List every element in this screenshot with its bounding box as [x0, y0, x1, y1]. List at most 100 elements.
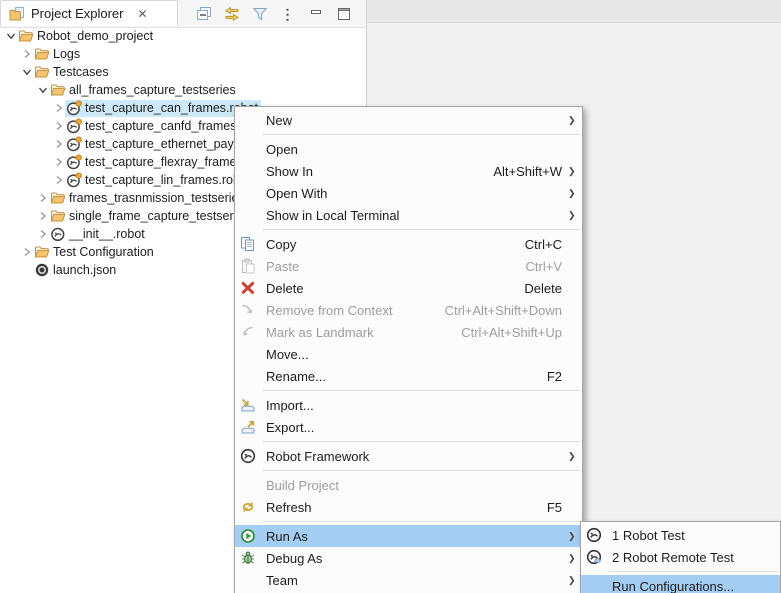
folder-icon [50, 190, 66, 206]
folder-icon [34, 244, 50, 260]
menu-item-debug-as[interactable]: Debug As ❯ [235, 547, 582, 569]
minimize-icon[interactable] [305, 4, 326, 25]
remove-from-context-icon [240, 302, 266, 318]
tree-item-label: frames_trasnmission_testseries [69, 191, 245, 205]
context-menu: New ❯ Open Show InAlt+Shift+W ❯ Open Wit… [234, 106, 583, 593]
menu-item-remove-from-context[interactable]: Remove from ContextCtrl+Alt+Shift+Down [235, 299, 582, 321]
menu-item-import[interactable]: Import... [235, 394, 582, 416]
tree-item-all-frames-folder[interactable]: all_frames_capture_testseries [0, 81, 366, 99]
chevron-right-icon[interactable] [52, 175, 65, 185]
robot-file-icon [66, 172, 82, 188]
view-menu-icon[interactable]: ⋮ [277, 4, 298, 25]
robot-file-icon [66, 118, 82, 134]
chevron-right-icon[interactable] [20, 247, 33, 257]
paste-icon [240, 258, 266, 274]
menu-item-open-with[interactable]: Open With ❯ [235, 182, 582, 204]
chevron-right-icon[interactable] [20, 49, 33, 59]
folder-icon [34, 46, 50, 62]
tree-item-project[interactable]: Robot_demo_project [0, 27, 366, 45]
run-as-submenu: 1 Robot Test 2 Robot Remote Test Run Con… [580, 521, 781, 593]
menu-item-run-as[interactable]: Run As ❯ [235, 525, 582, 547]
menu-separator [263, 134, 580, 135]
submenu-arrow-icon: ❯ [568, 188, 582, 199]
menu-item-export[interactable]: Export... [235, 416, 582, 438]
close-icon[interactable]: ✕ [137, 7, 147, 21]
chevron-right-icon[interactable] [52, 139, 65, 149]
view-tabbar: Project Explorer ✕ ⋮ [0, 0, 366, 28]
menu-item-robot-framework[interactable]: Robot Framework ❯ [235, 445, 582, 467]
menu-item-team[interactable]: Team ❯ [235, 569, 582, 591]
debug-icon [240, 550, 266, 566]
chevron-right-icon[interactable] [36, 193, 49, 203]
robot-framework-icon [586, 527, 612, 543]
robot-framework-icon [240, 448, 266, 464]
menu-item-rename[interactable]: Rename...F2 [235, 365, 582, 387]
tree-item-label: Robot_demo_project [37, 29, 153, 43]
tree-item-label: single_frame_capture_testseries [69, 209, 250, 223]
menu-item-move[interactable]: Move... [235, 343, 582, 365]
tree-item-label: all_frames_capture_testseries [69, 83, 236, 97]
menu-item-delete[interactable]: DeleteDelete [235, 277, 582, 299]
editor-tab-strip [367, 0, 781, 23]
robot-file-icon [66, 154, 82, 170]
tree-item-label: Logs [53, 47, 80, 61]
menu-item-show-in-local-terminal[interactable]: Show in Local Terminal ❯ [235, 204, 582, 226]
folder-icon [18, 28, 34, 44]
chevron-right-icon[interactable] [52, 157, 65, 167]
chevron-down-icon[interactable] [4, 31, 17, 41]
chevron-down-icon[interactable] [36, 85, 49, 95]
menu-separator [263, 441, 580, 442]
submenu-item-robot-test[interactable]: 1 Robot Test [581, 524, 780, 546]
folder-icon [34, 64, 50, 80]
import-icon [240, 397, 266, 413]
tab-title: Project Explorer [31, 6, 123, 21]
tree-item-label: test_capture_lin_frames.robot [85, 173, 250, 187]
menu-separator [609, 571, 778, 572]
submenu-arrow-icon: ❯ [568, 115, 582, 126]
robot-file-icon [50, 226, 66, 242]
tree-item-label: Test Configuration [53, 245, 154, 259]
run-icon [240, 528, 266, 544]
menu-item-build-project[interactable]: Build Project [235, 474, 582, 496]
link-with-editor-icon[interactable] [221, 4, 242, 25]
chevron-right-icon[interactable] [36, 229, 49, 239]
folder-icon [50, 208, 66, 224]
robot-file-icon [66, 136, 82, 152]
menu-item-mark-as-landmark[interactable]: Mark as LandmarkCtrl+Alt+Shift+Up [235, 321, 582, 343]
view-toolbar: ⋮ [193, 2, 354, 26]
menu-item-copy[interactable]: CopyCtrl+C [235, 233, 582, 255]
robot-file-icon [66, 100, 82, 116]
tree-item-label: __init__.robot [69, 227, 145, 241]
menu-separator [263, 521, 580, 522]
chevron-right-icon[interactable] [52, 103, 65, 113]
tab-project-explorer[interactable]: Project Explorer ✕ [0, 0, 178, 26]
filter-icon[interactable] [249, 4, 270, 25]
chevron-right-icon[interactable] [36, 211, 49, 221]
tree-item-logs[interactable]: Logs [0, 45, 366, 63]
menu-item-paste[interactable]: PasteCtrl+V [235, 255, 582, 277]
menu-separator [263, 390, 580, 391]
eclipse-window: Project Explorer ✕ ⋮ [0, 0, 781, 593]
submenu-arrow-icon: ❯ [568, 210, 582, 221]
submenu-item-run-configurations[interactable]: Run Configurations... [581, 575, 780, 593]
delete-icon [240, 280, 266, 296]
tree-item-label: test_capture_can_frames.robot [85, 101, 258, 115]
tree-item-label: launch.json [53, 263, 116, 277]
menu-separator [263, 470, 580, 471]
menu-item-open[interactable]: Open [235, 138, 582, 160]
submenu-item-robot-remote-test[interactable]: 2 Robot Remote Test [581, 546, 780, 568]
menu-item-new[interactable]: New ❯ [235, 109, 582, 131]
menu-item-show-in[interactable]: Show InAlt+Shift+W ❯ [235, 160, 582, 182]
tree-item-testcases[interactable]: Testcases [0, 63, 366, 81]
collapse-all-icon[interactable] [193, 4, 214, 25]
json-file-icon [34, 262, 50, 278]
chevron-down-icon[interactable] [20, 67, 33, 77]
maximize-icon[interactable] [333, 4, 354, 25]
submenu-arrow-icon: ❯ [568, 166, 582, 177]
copy-icon [240, 236, 266, 252]
project-explorer-icon [9, 6, 25, 22]
mark-as-landmark-icon [240, 324, 266, 340]
menu-item-refresh[interactable]: RefreshF5 [235, 496, 582, 518]
chevron-right-icon[interactable] [52, 121, 65, 131]
tree-item-label: Testcases [53, 65, 109, 79]
